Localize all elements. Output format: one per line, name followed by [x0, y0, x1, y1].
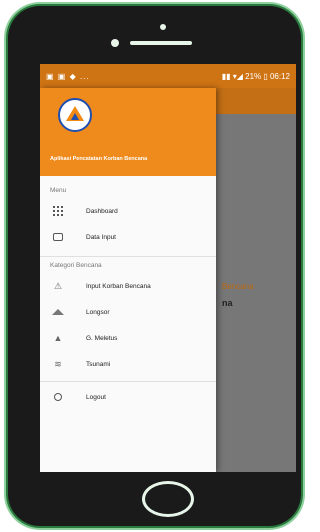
menu-item-longsor[interactable]: Longsor	[40, 299, 216, 325]
menu-item-gunung-meletus[interactable]: ▲ G. Meletus	[40, 325, 216, 351]
phone-frame: Bencana na ▣ ▣ ◆ ... ▮▮ ▾◢ 21% ▯ 06:12 A…	[8, 6, 301, 526]
status-bar: ▣ ▣ ◆ ... ▮▮ ▾◢ 21% ▯ 06:12	[40, 64, 296, 88]
wave-icon: ≋	[54, 358, 62, 369]
menu-item-label: Longsor	[86, 308, 110, 316]
phone-screen: Bencana na ▣ ▣ ◆ ... ▮▮ ▾◢ 21% ▯ 06:12 A…	[40, 64, 296, 472]
menu-item-dashboard[interactable]: Dashboard	[40, 198, 216, 224]
menu-item-label: Logout	[86, 393, 106, 401]
home-button[interactable]	[142, 481, 194, 517]
navigation-drawer: Aplikasi Pencatatan Korban Bencana Menu …	[40, 88, 216, 472]
menu-item-label: Dashboard	[86, 207, 118, 215]
disaster-icon: ⚠	[53, 280, 63, 291]
menu-item-input-korban[interactable]: ⚠ Input Korban Bencana	[40, 273, 216, 299]
app-title: Aplikasi Pencatatan Korban Bencana	[50, 156, 148, 162]
front-camera	[111, 39, 119, 47]
drawer-header: Aplikasi Pencatatan Korban Bencana	[40, 88, 216, 176]
background-text: Bencana	[222, 282, 254, 291]
logo-inner-triangle	[71, 113, 79, 120]
grid-icon	[52, 206, 64, 216]
menu-item-data-input[interactable]: Data Input	[40, 224, 216, 250]
status-icons-left: ▣ ▣ ◆ ...	[46, 71, 90, 81]
status-icons-right: ▮▮ ▾◢ 21% ▯ 06:12	[221, 71, 290, 81]
menu-item-label: G. Meletus	[86, 334, 118, 342]
menu-item-label: Data Input	[86, 233, 116, 241]
menu-item-label: Input Korban Bencana	[86, 282, 151, 290]
earpiece-speaker	[130, 41, 192, 45]
bnpb-logo	[58, 98, 92, 132]
divider	[40, 381, 216, 382]
section-header-kategori: Kategori Bencana	[40, 256, 216, 273]
volcano-icon: ▲	[53, 333, 63, 343]
menu-item-label: Tsunami	[86, 360, 111, 368]
section-header-menu: Menu	[50, 187, 67, 194]
menu-item-tsunami[interactable]: ≋ Tsunami	[40, 351, 216, 377]
landslide-icon	[52, 307, 64, 317]
menu-item-logout[interactable]: Logout	[40, 384, 216, 410]
tray-icon	[52, 232, 64, 242]
power-icon	[52, 392, 64, 402]
background-text: na	[222, 298, 233, 308]
sensor-dot	[160, 24, 166, 30]
